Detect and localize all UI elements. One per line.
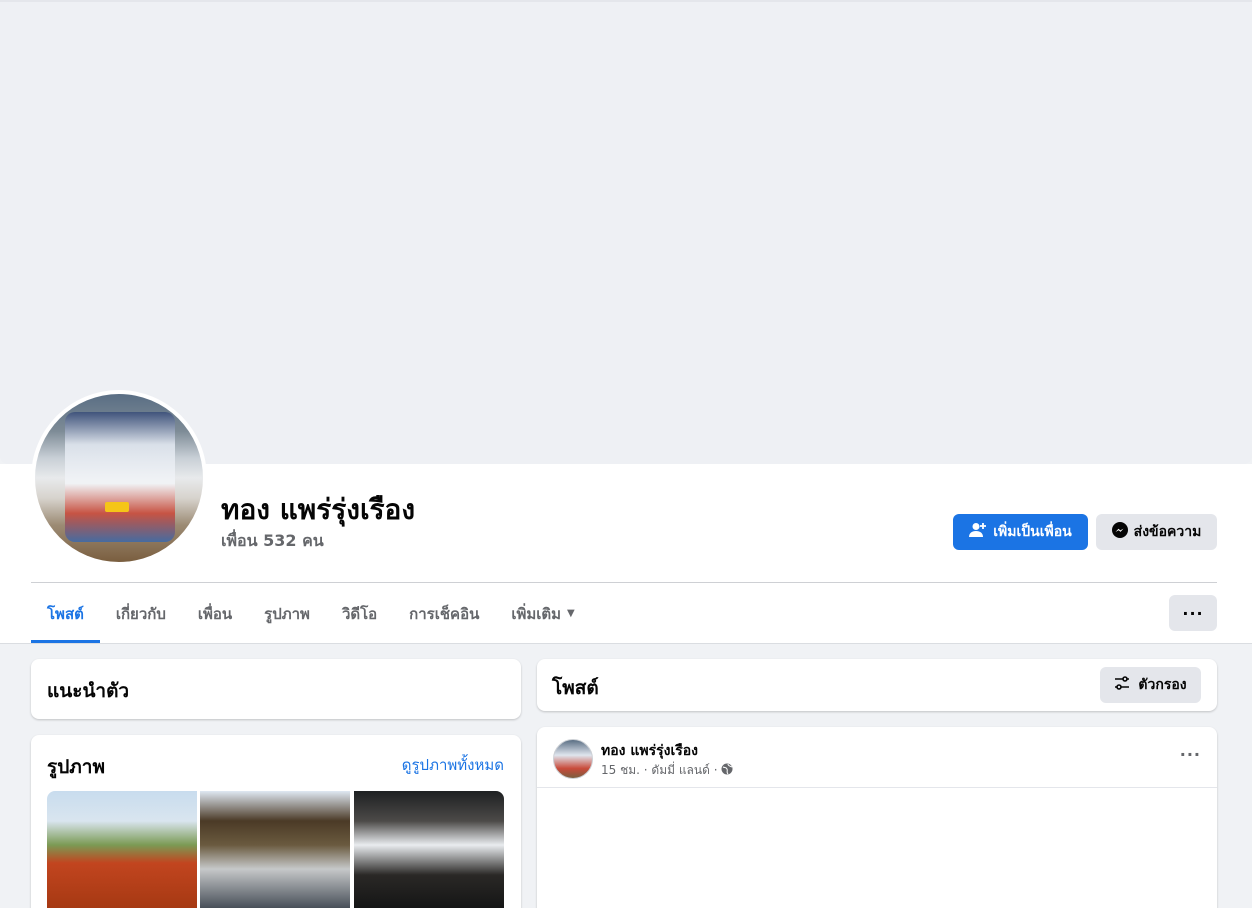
- post-author-name[interactable]: ทอง แพร่รุ่งเรือง: [601, 740, 698, 762]
- add-friend-label: เพิ่มเป็นเพื่อน: [993, 524, 1072, 540]
- more-dots-icon: ···: [1182, 603, 1204, 623]
- profile-name: ทอง แพร่รุ่งเรือง: [221, 493, 416, 526]
- tab-friends[interactable]: เพื่อน: [182, 584, 248, 643]
- tab-photos[interactable]: รูปภาพ: [248, 584, 326, 643]
- post-card: ทอง แพร่รุ่งเรือง 15 ชม. · ดัมมี่ แลนด์ …: [537, 727, 1217, 908]
- filter-button[interactable]: ตัวกรอง: [1100, 667, 1201, 703]
- intro-title: แนะนำตัว: [47, 680, 130, 702]
- header-divider: [31, 582, 1217, 583]
- tab-more[interactable]: เพิ่มเติม ▼: [495, 584, 590, 643]
- profile-picture[interactable]: [31, 390, 207, 566]
- photo-thumbnail[interactable]: [200, 791, 350, 908]
- friends-count[interactable]: เพื่อน 532 คน: [221, 529, 324, 554]
- intro-card: แนะนำตัว: [31, 659, 521, 719]
- tab-videos[interactable]: วิดีโอ: [326, 584, 393, 643]
- message-label: ส่งข้อความ: [1133, 524, 1202, 540]
- posts-title: โพสต์: [552, 677, 599, 699]
- more-options-button[interactable]: ···: [1169, 595, 1217, 631]
- caret-down-icon: ▼: [567, 608, 575, 619]
- truck-image-shape: [65, 412, 175, 542]
- post-meta: 15 ชม. · ดัมมี่ แลนด์ ·: [601, 761, 733, 780]
- license-plate-shape: [105, 502, 129, 512]
- photos-title: รูปภาพ: [47, 756, 105, 778]
- post-author-avatar[interactable]: [553, 739, 593, 779]
- add-friend-icon: [969, 522, 987, 542]
- message-button[interactable]: ส่งข้อความ: [1096, 514, 1217, 550]
- filter-icon: [1114, 676, 1130, 694]
- messenger-icon: [1111, 522, 1128, 542]
- photo-thumbnail[interactable]: [354, 791, 504, 908]
- see-all-photos-link[interactable]: ดูรูปภาพทั้งหมด: [402, 753, 504, 777]
- tab-posts[interactable]: โพสต์: [31, 584, 100, 643]
- post-meta-text[interactable]: 15 ชม. · ดัมมี่ แลนด์ ·: [601, 761, 718, 780]
- globe-icon: [721, 763, 733, 778]
- filter-label: ตัวกรอง: [1138, 677, 1187, 693]
- post-divider: [537, 787, 1217, 788]
- post-more-options[interactable]: ···: [1180, 745, 1201, 764]
- add-friend-button[interactable]: เพิ่มเป็นเพื่อน: [953, 514, 1088, 550]
- tab-checkins[interactable]: การเช็คอิน: [393, 584, 495, 643]
- photo-thumbnail[interactable]: [47, 791, 197, 908]
- profile-picture-image: [35, 394, 203, 562]
- photos-card: รูปภาพ ดูรูปภาพทั้งหมด: [31, 735, 521, 908]
- tab-about[interactable]: เกี่ยวกับ: [100, 584, 182, 643]
- cover-photo[interactable]: [0, 0, 1252, 464]
- profile-tabs: โพสต์ เกี่ยวกับ เพื่อน รูปภาพ วิดีโอ การ…: [31, 584, 591, 643]
- posts-header-card: โพสต์ ตัวกรอง: [537, 659, 1217, 711]
